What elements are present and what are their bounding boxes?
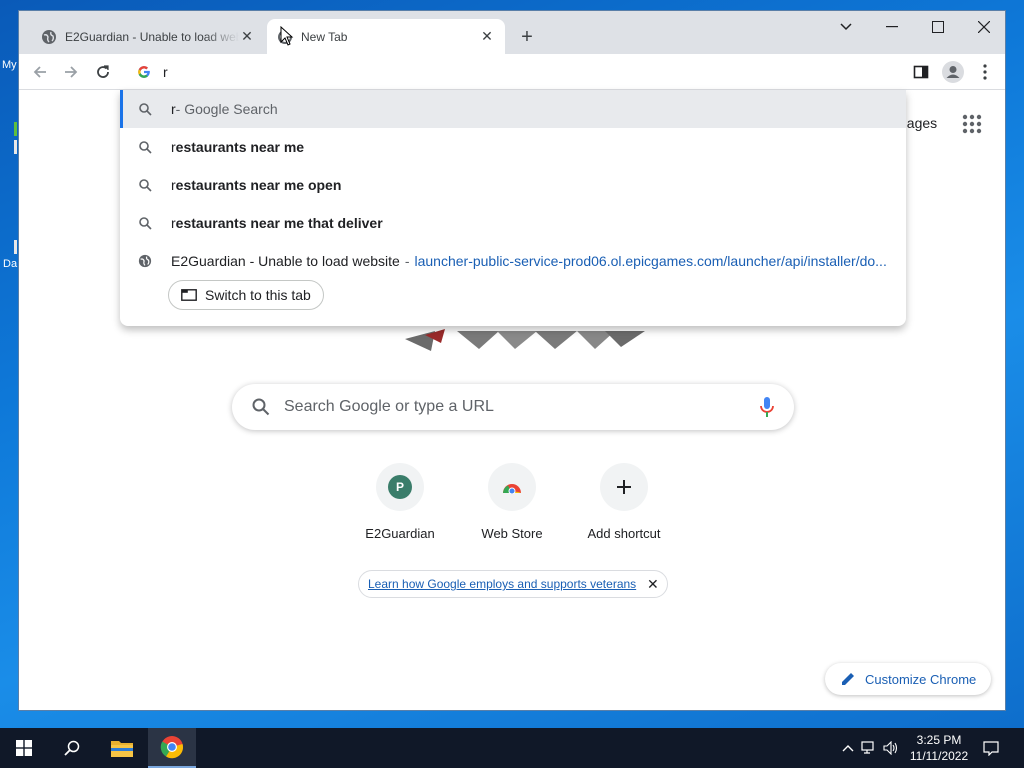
globe-icon	[41, 29, 57, 45]
shortcut-tile: P	[376, 463, 424, 511]
pencil-icon	[841, 672, 855, 686]
chrome-taskbar-icon[interactable]	[148, 728, 196, 768]
shortcut-label: Add shortcut	[587, 526, 661, 541]
plus-icon	[617, 480, 631, 494]
suggestion-search[interactable]: r estaurants near me open	[120, 166, 906, 204]
desktop-icon-label[interactable]: My	[2, 59, 17, 71]
search-icon	[137, 177, 153, 193]
mouse-cursor-icon	[280, 25, 294, 49]
maximize-button[interactable]	[915, 11, 961, 43]
omnibox-suggestions: r - Google Search r estaurants near me re…	[120, 90, 906, 326]
tab-search-icon[interactable]	[823, 11, 869, 43]
minimize-button[interactable]	[869, 11, 915, 43]
toolbar	[19, 54, 1005, 90]
google-apps-icon[interactable]	[962, 114, 982, 134]
suggestion-completion: estaurants near me	[175, 139, 305, 155]
tab-close-icon[interactable]: ✕	[479, 28, 495, 45]
suggestion-search[interactable]: r estaurants near me	[120, 128, 906, 166]
omnibox-input[interactable]	[163, 64, 763, 80]
suggestion-title: E2Guardian - Unable to load website	[171, 253, 400, 269]
microphone-icon[interactable]	[760, 397, 774, 417]
clock-time: 3:25 PM	[916, 733, 962, 747]
network-icon[interactable]	[858, 741, 880, 755]
back-button[interactable]	[28, 60, 52, 84]
forward-button[interactable]	[59, 60, 83, 84]
desktop-icon-fragment	[14, 122, 17, 136]
ntp-search-box[interactable]: Search Google or type a URL	[232, 384, 794, 430]
tab-icon	[181, 289, 197, 301]
taskbar: 3:25 PM 11/11/2022	[0, 728, 1024, 768]
shortcut-e2guardian[interactable]: P E2Guardian	[344, 463, 456, 541]
side-panel-icon[interactable]	[909, 60, 933, 84]
shortcut-label: E2Guardian	[365, 526, 435, 541]
tab-e2guardian[interactable]: E2Guardian - Unable to load website ✕	[31, 19, 265, 54]
shortcut-label: Web Store	[481, 526, 543, 541]
file-explorer-icon[interactable]	[98, 728, 146, 768]
volume-icon[interactable]	[880, 741, 902, 755]
notification-icon[interactable]	[968, 728, 1014, 768]
suggestion-completion: estaurants near me that deliver	[175, 215, 383, 231]
tab-close-icon[interactable]: ✕	[239, 28, 255, 45]
switch-to-tab-label: Switch to this tab	[205, 287, 311, 303]
shortcut-web-store[interactable]: Web Store	[456, 463, 568, 541]
shortcut-letter-avatar: P	[388, 475, 412, 499]
tab-title: New Tab	[301, 29, 348, 44]
suggestion-completion: estaurants near me open	[175, 177, 342, 193]
address-bar[interactable]	[121, 56, 905, 88]
desktop-icon-label[interactable]: Da	[3, 258, 17, 270]
clock-date: 11/11/2022	[909, 749, 969, 763]
tab-strip: E2Guardian - Unable to load website ✕ Ne…	[19, 11, 1005, 54]
switch-to-tab-button[interactable]: Switch to this tab	[168, 280, 324, 310]
shortcut-add[interactable]: Add shortcut	[568, 463, 680, 541]
customize-chrome-button[interactable]: Customize Chrome	[825, 663, 991, 695]
close-window-button[interactable]	[961, 11, 1005, 43]
suggestion-separator: -	[404, 253, 410, 269]
search-icon	[137, 101, 153, 117]
taskbar-search-icon[interactable]	[48, 728, 96, 768]
search-icon	[137, 215, 153, 231]
promo-close-icon[interactable]: ✕	[647, 576, 667, 593]
tab-title: E2Guardian - Unable to load website	[65, 29, 239, 44]
customize-label: Customize Chrome	[865, 671, 977, 687]
taskbar-clock[interactable]: 3:25 PM 11/11/2022	[906, 732, 972, 764]
profile-avatar-icon[interactable]	[941, 60, 965, 84]
suggestion-search-r[interactable]: r - Google Search	[120, 90, 906, 128]
search-icon	[252, 398, 270, 416]
desktop-icon-fragment	[14, 140, 17, 154]
desktop-icon-fragment	[14, 240, 17, 254]
chevron-up-icon[interactable]	[838, 744, 858, 752]
shortcut-tile	[600, 463, 648, 511]
more-menu-icon[interactable]	[973, 60, 997, 84]
google-g-icon	[137, 65, 151, 79]
promo-link[interactable]: Learn how Google employs and supports ve…	[368, 577, 647, 591]
suggestion-open-tab[interactable]: E2Guardian - Unable to load website - la…	[120, 242, 906, 280]
chrome-window: E2Guardian - Unable to load website ✕ Ne…	[18, 10, 1006, 711]
globe-icon	[137, 253, 153, 269]
search-icon	[137, 139, 153, 155]
system-tray	[838, 728, 902, 768]
suggestion-url: launcher-public-service-prod06.ol.epicga…	[414, 253, 887, 269]
new-tab-button[interactable]: +	[515, 25, 539, 49]
web-store-icon	[502, 480, 522, 494]
promo-banner: Learn how Google employs and supports ve…	[358, 570, 668, 598]
reload-button[interactable]	[91, 60, 115, 84]
search-placeholder: Search Google or type a URL	[284, 398, 494, 415]
suggestion-search[interactable]: r estaurants near me that deliver	[120, 204, 906, 242]
tab-new-tab[interactable]: New Tab ✕	[267, 19, 505, 54]
start-button[interactable]	[0, 728, 48, 768]
shortcut-tile	[488, 463, 536, 511]
suggestion-suffix: - Google Search	[175, 101, 278, 117]
